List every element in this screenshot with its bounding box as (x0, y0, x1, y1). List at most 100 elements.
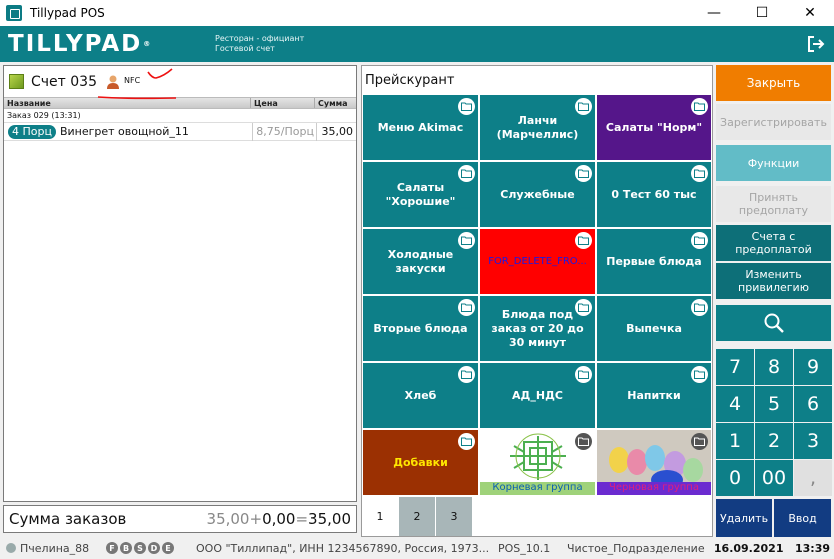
folder-icon (575, 299, 592, 316)
folder-icon (458, 299, 475, 316)
order-info[interactable]: Заказ 029 (13:31) (4, 109, 356, 123)
prepaid-bills-button[interactable]: Счета с предоплатой (716, 225, 831, 261)
folder-icon (691, 232, 708, 249)
numpad-key[interactable]: 2 (755, 423, 793, 459)
functions-button[interactable]: Функции (716, 145, 831, 181)
category-tile[interactable]: Меню Akimac (362, 94, 479, 161)
category-tile[interactable]: АД_НДС (479, 362, 596, 429)
app-header: TILLYPAD ® Ресторан - официант Гостевой с… (0, 26, 834, 62)
tile-label: Вторые блюда (373, 321, 468, 335)
item-qty: 4 Порц (8, 124, 56, 139)
folder-icon (575, 165, 592, 182)
status-pos: POS_10.1 (498, 541, 551, 555)
category-tile[interactable]: Холодные закуски (362, 228, 479, 295)
item-sum: 35,00 (315, 122, 356, 141)
status-badges: FBSDE (106, 542, 174, 554)
header-mode: Гостевой счет (215, 44, 275, 53)
folder-icon (458, 165, 475, 182)
page-button-1[interactable]: 1 (362, 497, 399, 536)
category-tile[interactable]: Служебные (479, 161, 596, 228)
total-label: Сумма заказов (9, 510, 127, 528)
bill-title: Счет 035 (31, 73, 97, 90)
category-tile[interactable]: Выпечка (596, 295, 712, 362)
folder-icon (691, 98, 708, 115)
folder-icon (575, 232, 592, 249)
category-grid: Меню Akimac Ланчи (Марчеллис) Салаты "Норм… (362, 94, 712, 496)
numpad-key[interactable]: 7 (716, 349, 754, 385)
close-bill-button[interactable]: Закрыть (716, 65, 831, 101)
numpad-key[interactable]: 00 (755, 460, 793, 496)
exit-icon[interactable] (806, 34, 826, 54)
window-titlebar: Tillypad POS — ☐ ✕ (0, 0, 834, 26)
page-button-2[interactable]: 2 (399, 497, 436, 536)
category-tile[interactable]: Салаты "Хорошие" (362, 161, 479, 228)
folder-icon (458, 366, 475, 383)
page-button-3[interactable]: 3 (436, 497, 473, 536)
root-group-pattern (510, 433, 566, 480)
tile-label: Холодные закуски (387, 247, 454, 275)
folder-icon (458, 232, 475, 249)
user-icon (6, 543, 16, 553)
category-tile[interactable]: FOR_DELETE_FRO... (479, 228, 596, 295)
delete-button[interactable]: Удалить (716, 499, 772, 537)
folder-icon (575, 433, 592, 450)
tile-label: Выпечка (626, 321, 682, 335)
numpad-key[interactable]: 8 (755, 349, 793, 385)
category-tile[interactable]: Ланчи (Марчеллис) (479, 94, 596, 161)
numpad-key[interactable]: 6 (794, 386, 832, 422)
status-badge: B (120, 542, 132, 554)
numpad-key[interactable]: 0 (716, 460, 754, 496)
category-tile[interactable]: Корневая группа (479, 429, 596, 496)
tile-label: Корневая группа (480, 482, 595, 495)
enter-button[interactable]: Ввод (774, 499, 831, 537)
category-tile[interactable]: Салаты "Норм" (596, 94, 712, 161)
numpad-key[interactable]: 4 (716, 386, 754, 422)
tile-label: Меню Akimac (377, 120, 464, 134)
tile-label: АД_НДС (512, 388, 563, 402)
bill-status-icon (9, 74, 24, 89)
close-window-button[interactable]: ✕ (786, 0, 834, 26)
pagination: 123 (362, 497, 473, 536)
tile-label: Салаты "Хорошие" (385, 180, 456, 208)
column-price[interactable]: Цена (251, 98, 315, 108)
search-button[interactable] (716, 305, 831, 341)
numpad-key[interactable]: 5 (755, 386, 793, 422)
table-row[interactable]: 4 Порц Винегрет овощной_11 8,75/Порц 35,… (4, 122, 356, 141)
column-sum[interactable]: Сумма (315, 98, 356, 108)
tile-label: 0 Тест 60 тыс (611, 187, 697, 201)
numpad-key[interactable]: 3 (794, 423, 832, 459)
change-privilege-button[interactable]: Изменить привилегию (716, 263, 831, 299)
category-tile[interactable]: Блюда под заказ от 20 до 30 минут (479, 295, 596, 362)
tile-label: Салаты "Норм" (605, 120, 703, 134)
tile-label: Черновая группа (597, 482, 711, 495)
folder-icon (691, 366, 708, 383)
category-tile[interactable]: Вторые блюда (362, 295, 479, 362)
register-button[interactable]: Зарегистрировать (716, 104, 831, 140)
category-tile[interactable]: Добавки (362, 429, 479, 496)
item-name: Винегрет овощной_11 (59, 125, 189, 138)
order-header: Счет 035 NFC (4, 66, 356, 100)
maximize-button[interactable]: ☐ (738, 0, 786, 26)
red-annotation-mark (97, 68, 177, 100)
status-bar: Пчелина_88 FBSDE ООО "Тиллипад", ИНН 123… (0, 537, 834, 559)
category-tile[interactable]: Черновая группа (596, 429, 712, 496)
orders-total-bar: Сумма заказов 35,00+0,00=35,00 (3, 505, 357, 533)
category-tile[interactable]: Первые блюда (596, 228, 712, 295)
status-badge: S (134, 542, 146, 554)
price-list-panel: Прейскурант Меню Akimac Ланчи (Марчеллис)… (361, 65, 713, 537)
category-tile[interactable]: Напитки (596, 362, 712, 429)
tile-label: FOR_DELETE_FRO... (488, 255, 587, 267)
status-organization: ООО "Тиллипад", ИНН 1234567890, Россия, … (196, 541, 490, 555)
numpad-key[interactable]: 1 (716, 423, 754, 459)
category-tile[interactable]: 0 Тест 60 тыс (596, 161, 712, 228)
category-tile[interactable]: Хлеб (362, 362, 479, 429)
tile-label: Служебные (500, 187, 575, 201)
folder-icon (691, 433, 708, 450)
numpad-key[interactable]: , (794, 460, 832, 496)
accept-prepayment-button[interactable]: Принять предоплату (716, 186, 831, 222)
minimize-button[interactable]: — (690, 0, 738, 26)
item-price: 8,75/Порц (251, 122, 316, 141)
status-department: Чистое_Подразделение (567, 541, 705, 555)
numpad-key[interactable]: 9 (794, 349, 832, 385)
total-values: 35,00+0,00=35,00 (206, 510, 351, 528)
